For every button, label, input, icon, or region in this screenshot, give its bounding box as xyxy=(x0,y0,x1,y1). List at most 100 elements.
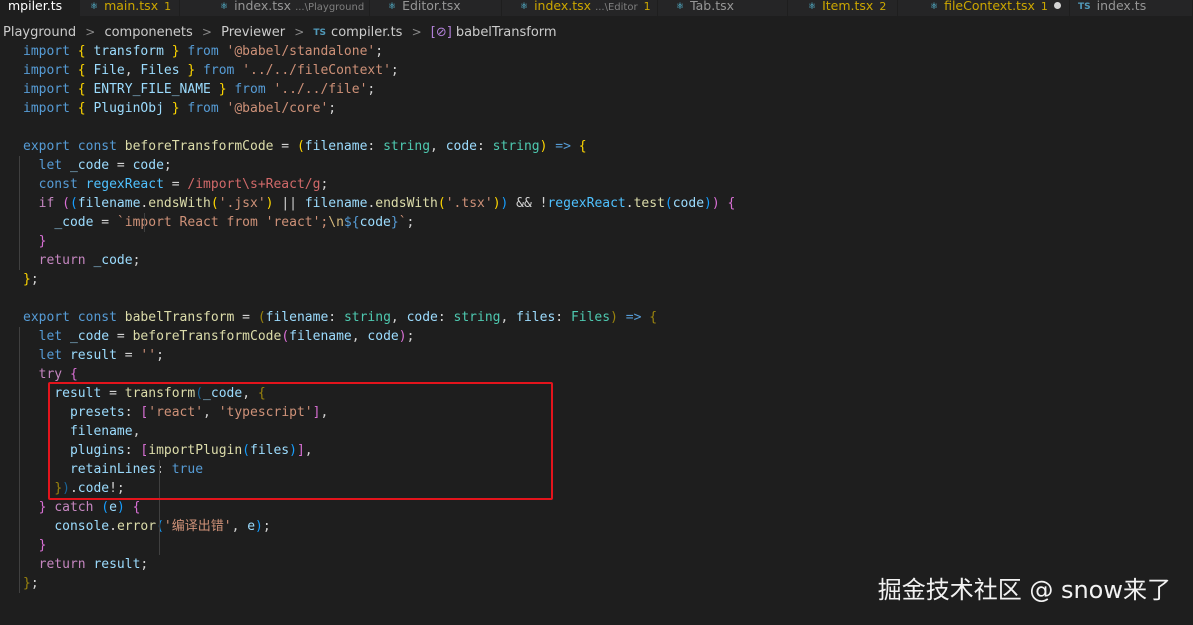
tab-label: Item.tsx xyxy=(822,0,874,13)
code-token: { xyxy=(649,310,658,325)
indent-guide xyxy=(143,213,145,232)
code-token: } xyxy=(38,234,47,249)
code-token: ENTRY_FILE_NAME xyxy=(93,82,211,97)
breadcrumb-item-previewer[interactable]: Previewer xyxy=(221,25,285,40)
code-token: filename xyxy=(304,196,368,211)
code-token: endsWith xyxy=(148,196,211,211)
code-token: from xyxy=(203,63,235,78)
editor-tab-bar: mpiler.ts ⚛ main.tsx 1 ⚛ index.tsx ...\Playgro… xyxy=(0,0,1193,16)
code-line: export const babelTransform = (filename:… xyxy=(23,308,1183,327)
code-token: ; xyxy=(163,158,172,173)
code-token: Files xyxy=(570,310,611,325)
code-token: , xyxy=(500,310,517,325)
react-file-icon: ⚛ xyxy=(220,2,229,12)
code-token: from xyxy=(187,44,219,59)
tab-label: mpiler.ts xyxy=(8,0,63,13)
code-token: && ! xyxy=(508,196,548,211)
code-token: code xyxy=(359,215,391,230)
code-token: code xyxy=(406,310,438,325)
code-token: console xyxy=(54,519,110,534)
code-token: || xyxy=(273,196,305,211)
code-line: }; xyxy=(23,270,1183,289)
code-token: , xyxy=(351,329,368,344)
code-line: } catch (e) { xyxy=(23,498,1183,517)
tab-3[interactable]: ⚛ Editor.tsx xyxy=(380,0,502,16)
problem-count-badge: 1 xyxy=(164,0,172,13)
code-token: from xyxy=(187,101,219,116)
chevron-right-icon: > xyxy=(411,25,422,39)
code-token: const xyxy=(77,139,117,154)
code-token: = xyxy=(109,329,133,344)
code-token: , xyxy=(124,63,141,78)
code-token: _code xyxy=(54,215,94,230)
code-token: } xyxy=(171,101,180,116)
code-token: endsWith xyxy=(375,196,438,211)
code-token: = xyxy=(234,310,258,325)
code-token: { xyxy=(578,139,587,154)
code-token: e xyxy=(247,519,256,534)
code-line: console.error('编译出错', e); xyxy=(23,517,1183,536)
code-token: , xyxy=(430,139,446,154)
tab-label: index.ts xyxy=(1096,0,1147,13)
code-token: let xyxy=(38,329,63,344)
code-token: beforeTransformCode xyxy=(132,329,282,344)
react-file-icon: ⚛ xyxy=(676,2,685,12)
code-token: '../../file' xyxy=(273,82,368,97)
code-token: string xyxy=(492,139,540,154)
tab-5[interactable]: ⚛ Tab.tsx xyxy=(668,0,788,16)
unsaved-dot-icon[interactable] xyxy=(1053,2,1061,9)
code-token: '.tsx' xyxy=(445,196,493,211)
breadcrumb-item-playground[interactable]: Playground xyxy=(3,25,76,40)
tab-0[interactable]: mpiler.ts xyxy=(0,0,80,16)
code-token: : xyxy=(437,310,454,325)
breadcrumb-item-file[interactable]: compiler.ts xyxy=(331,25,402,40)
tab-path-hint: ...\Playground xyxy=(295,2,365,13)
tab-label: index.tsx xyxy=(234,0,292,13)
code-token: result xyxy=(69,348,117,363)
code-token: => xyxy=(625,310,642,325)
problem-count-badge: 1 xyxy=(1040,0,1048,13)
tab-2[interactable]: ⚛ index.tsx ...\Playground xyxy=(212,0,370,16)
code-token: ; xyxy=(367,82,376,97)
code-token: } xyxy=(38,538,47,553)
code-token: { xyxy=(77,44,86,59)
code-token: ; xyxy=(375,44,384,59)
tab-1[interactable]: ⚛ main.tsx 1 xyxy=(82,0,180,16)
tab-label: Tab.tsx xyxy=(690,0,735,13)
code-token: ; xyxy=(406,215,415,230)
code-token: : xyxy=(555,310,571,325)
tab-6[interactable]: ⚛ Item.tsx 2 xyxy=(800,0,898,16)
code-token: result xyxy=(93,557,141,572)
react-file-icon: ⚛ xyxy=(808,2,817,12)
code-token: = xyxy=(109,158,133,173)
code-token: : xyxy=(328,310,344,325)
code-editor[interactable]: import { transform } from '@babel/standa… xyxy=(19,42,1183,593)
code-token: { xyxy=(132,500,141,515)
tab-8[interactable]: TS index.ts xyxy=(1070,0,1193,16)
tab-7[interactable]: ⚛ fileContext.tsx 1 xyxy=(922,0,1070,16)
code-token: return xyxy=(38,557,86,572)
code-token: { xyxy=(77,82,86,97)
code-line: } xyxy=(23,536,1183,555)
breadcrumb-item-symbol[interactable]: babelTransform xyxy=(456,25,557,40)
code-token: ; xyxy=(328,101,337,116)
code-token: beforeTransformCode xyxy=(124,139,274,154)
indent-guide xyxy=(159,517,161,536)
code-token: _code xyxy=(93,253,133,268)
tab-4[interactable]: ⚛ index.tsx ...\Editor 1 xyxy=(512,0,658,16)
code-token: PluginObj xyxy=(93,101,164,116)
breadcrumb-item-componenets[interactable]: componenets xyxy=(104,25,192,40)
